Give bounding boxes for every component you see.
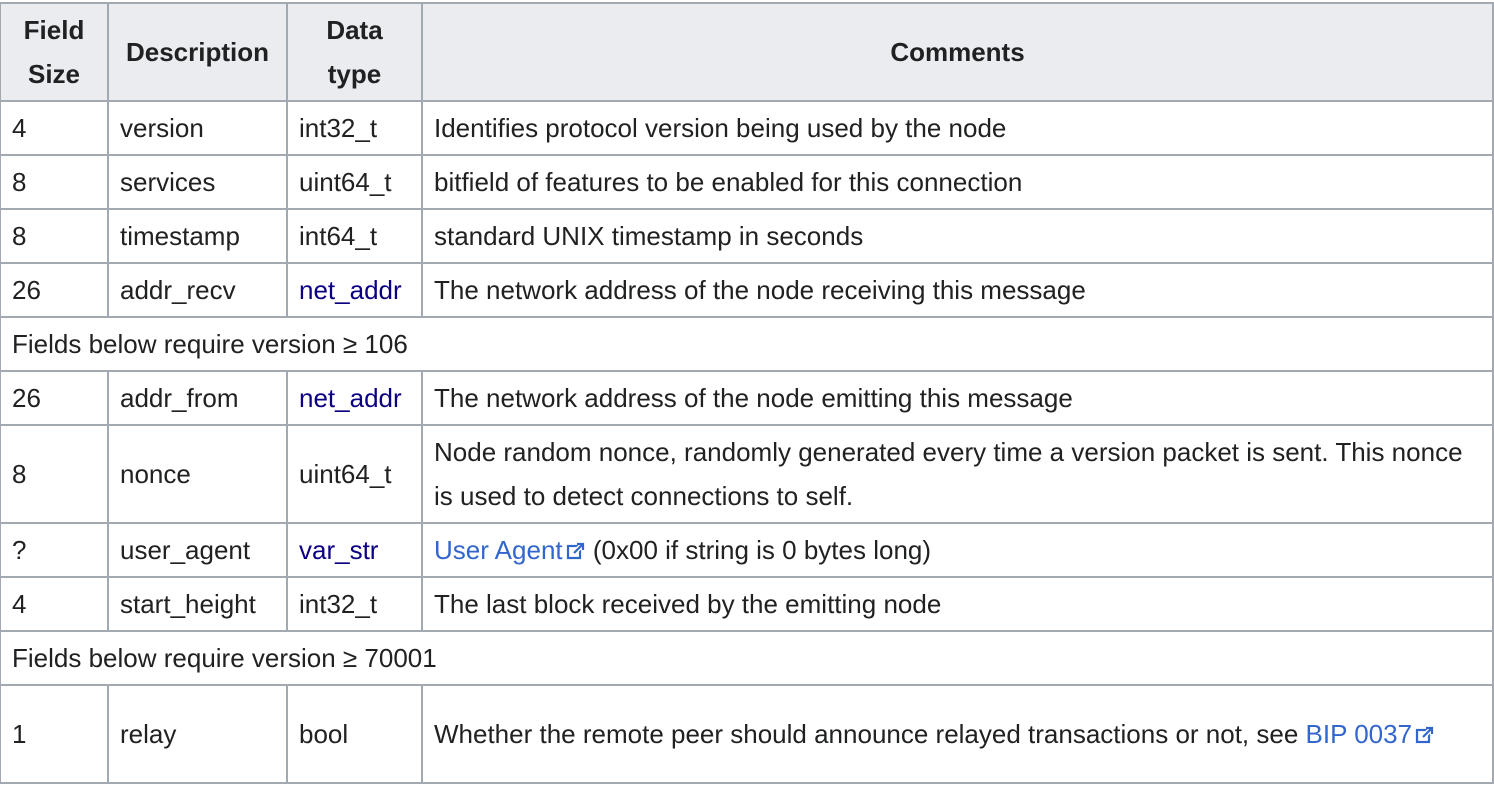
user-agent-link-text: User Agent [434,535,563,565]
comment-cell: Identifies protocol version being used b… [421,100,1494,156]
bip-0037-link-text: BIP 0037 [1305,719,1413,749]
field-size-cell: 4 [0,576,109,632]
header-comments: Comments [421,2,1494,102]
field-size-cell: 1 [0,684,109,784]
description-cell: user_agent [107,522,288,578]
comment-cell: The network address of the node emitting… [421,370,1494,426]
data-type-cell: bool [286,684,423,784]
header-data-type: Data type [286,2,423,102]
comment-cell: bitfield of features to be enabled for t… [421,154,1494,210]
external-link-icon [566,542,585,560]
field-size-cell: 8 [0,208,109,264]
table-row: 4 start_height int32_t The last block re… [0,576,1494,632]
description-cell: timestamp [107,208,288,264]
relay-comment-text: Whether the remote peer should announce … [434,719,1306,749]
net-addr-link[interactable]: net_addr [299,383,402,413]
user-agent-link[interactable]: User Agent [434,535,586,565]
table-header-row: Field Size Description Data type Comment… [0,2,1494,102]
description-cell: nonce [107,424,288,524]
user-agent-comment-text: (0x00 if string is 0 bytes long) [585,535,932,565]
net-addr-link[interactable]: net_addr [299,275,402,305]
field-size-cell: 4 [0,100,109,156]
header-description: Description [107,2,288,102]
table-row: 8 services uint64_t bitfield of features… [0,154,1494,210]
field-size-cell: 8 [0,154,109,210]
description-cell: addr_from [107,370,288,426]
external-link-icon [1415,726,1434,744]
data-type-cell: net_addr [286,262,423,318]
header-field-size: Field Size [0,2,109,102]
version-requirement-note: Fields below require version ≥ 70001 [0,630,1494,686]
bip-0037-link[interactable]: BIP 0037 [1306,719,1436,749]
table-row: ? user_agent var_str User Agent (0x00 if… [0,522,1494,578]
description-cell: start_height [107,576,288,632]
comment-cell: standard UNIX timestamp in seconds [421,208,1494,264]
version-requirement-note: Fields below require version ≥ 106 [0,316,1494,372]
description-cell: relay [107,684,288,784]
table-row: 1 relay bool Whether the remote peer sho… [0,684,1494,784]
data-type-cell: uint64_t [286,424,423,524]
data-type-cell: int32_t [286,576,423,632]
field-size-cell: 8 [0,424,109,524]
description-cell: version [107,100,288,156]
comment-cell: Node random nonce, randomly generated ev… [421,424,1494,524]
data-type-cell: int32_t [286,100,423,156]
description-cell: addr_recv [107,262,288,318]
var-str-link[interactable]: var_str [299,535,378,565]
table-row: 8 timestamp int64_t standard UNIX timest… [0,208,1494,264]
version-message-table: Field Size Description Data type Comment… [0,2,1494,784]
comment-cell: Whether the remote peer should announce … [421,684,1494,784]
table-row: 26 addr_from net_addr The network addres… [0,370,1494,426]
data-type-cell: int64_t [286,208,423,264]
field-size-cell: 26 [0,262,109,318]
table-row: 4 version int32_t Identifies protocol ve… [0,100,1494,156]
section-row: Fields below require version ≥ 106 [0,316,1494,372]
data-type-cell: uint64_t [286,154,423,210]
comment-cell: User Agent (0x00 if string is 0 bytes lo… [421,522,1494,578]
description-cell: services [107,154,288,210]
field-size-cell: 26 [0,370,109,426]
comment-cell: The last block received by the emitting … [421,576,1494,632]
table-row: 26 addr_recv net_addr The network addres… [0,262,1494,318]
field-size-cell: ? [0,522,109,578]
data-type-cell: var_str [286,522,423,578]
section-row: Fields below require version ≥ 70001 [0,630,1494,686]
comment-cell: The network address of the node receivin… [421,262,1494,318]
table-row: 8 nonce uint64_t Node random nonce, rand… [0,424,1494,524]
data-type-cell: net_addr [286,370,423,426]
